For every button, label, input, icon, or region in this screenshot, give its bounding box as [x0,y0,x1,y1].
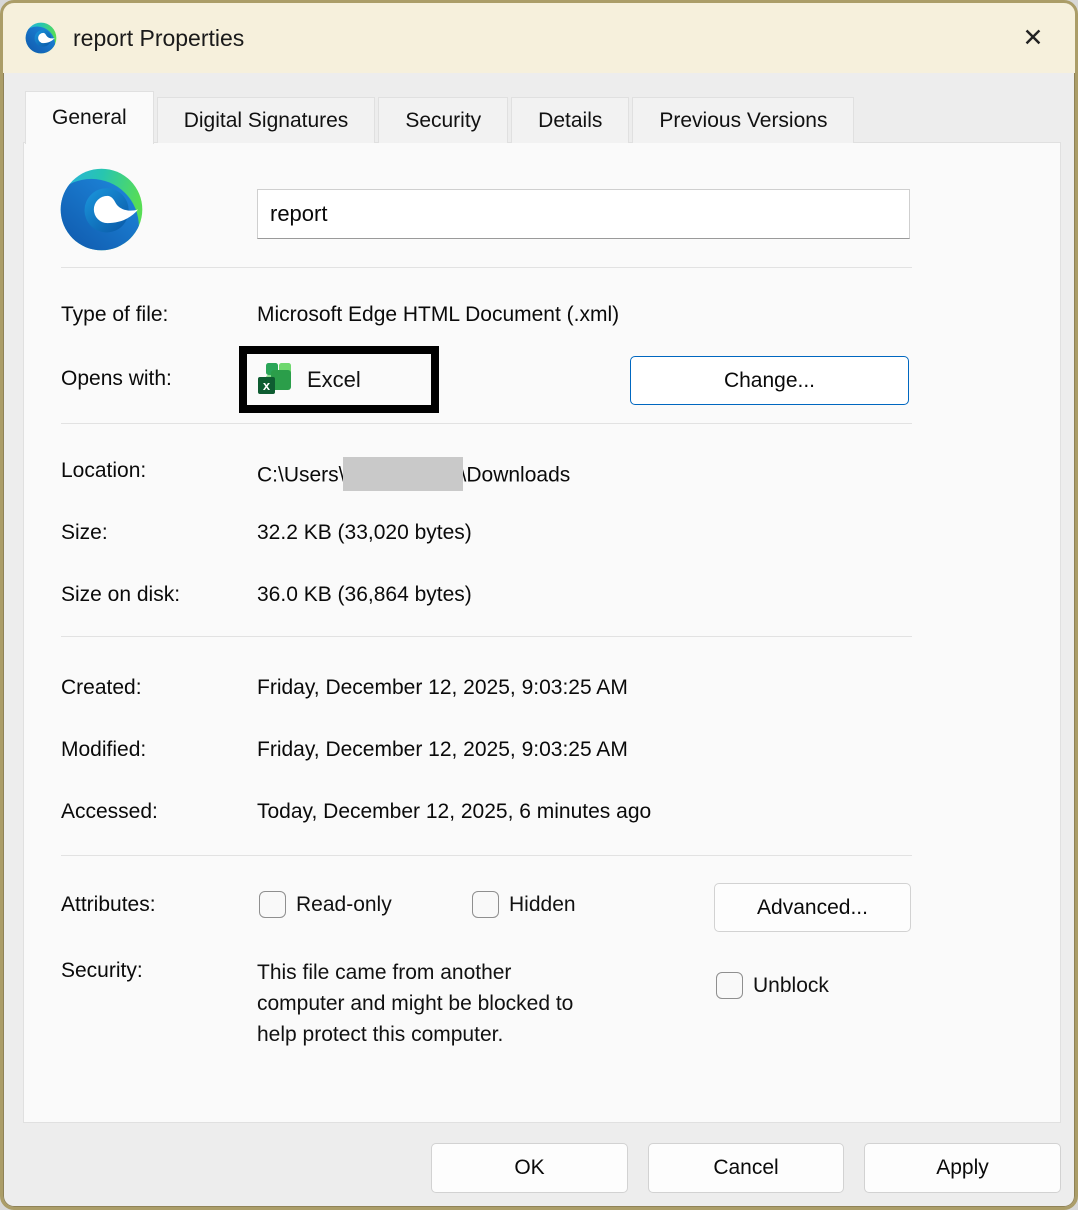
filename-input[interactable] [257,189,910,239]
readonly-checkbox[interactable] [259,891,286,918]
size-value: 32.2 KB (33,020 bytes) [257,521,472,545]
hidden-checkbox[interactable] [472,891,499,918]
opens-with-highlight-box [239,346,439,413]
accessed-label: Accessed: [61,800,158,824]
separator [61,423,912,424]
close-icon: ✕ [1023,23,1044,53]
security-description-line: help protect this computer. [257,1019,573,1050]
modified-label: Modified: [61,738,146,762]
tab-security[interactable]: Security [378,97,508,143]
cancel-button[interactable]: Cancel [648,1143,844,1193]
security-description: This file came from another computer and… [257,957,573,1050]
separator [61,267,912,268]
created-label: Created: [61,676,142,700]
general-tab-panel: Type of file: Microsoft Edge HTML Docume… [23,142,1061,1123]
properties-dialog: report Properties ✕ General Digital Sign… [0,0,1078,1210]
advanced-button[interactable]: Advanced... [714,883,911,932]
size-on-disk-label: Size on disk: [61,583,180,607]
type-of-file-value: Microsoft Edge HTML Document (.xml) [257,303,619,327]
location-suffix: \Downloads [461,464,571,487]
tab-previous-versions[interactable]: Previous Versions [632,97,854,143]
file-edge-icon [59,167,144,252]
unblock-checkbox[interactable] [716,972,743,999]
tab-general[interactable]: General [25,91,154,144]
size-label: Size: [61,521,108,545]
type-of-file-label: Type of file: [61,303,168,327]
security-description-line: computer and might be blocked to [257,988,573,1019]
opens-with-label: Opens with: [61,367,172,391]
modified-value: Friday, December 12, 2025, 9:03:25 AM [257,738,628,762]
tab-details[interactable]: Details [511,97,629,143]
close-button[interactable]: ✕ [1011,17,1055,59]
security-label: Security: [61,959,143,983]
hidden-label: Hidden [509,893,576,917]
ok-button[interactable]: OK [431,1143,628,1193]
accessed-value: Today, December 12, 2025, 6 minutes ago [257,800,651,824]
tab-digital-signatures[interactable]: Digital Signatures [157,97,376,143]
location-value: C:\Users\ \Downloads [257,459,570,493]
unblock-label: Unblock [753,974,829,998]
change-button[interactable]: Change... [630,356,909,405]
security-description-line: This file came from another [257,957,573,988]
window-title: report Properties [73,25,244,52]
separator [61,855,912,856]
edge-logo-icon [25,22,57,54]
readonly-label: Read-only [296,893,392,917]
created-value: Friday, December 12, 2025, 9:03:25 AM [257,676,628,700]
tab-bar: General Digital Signatures Security Deta… [25,91,854,143]
size-on-disk-value: 36.0 KB (36,864 bytes) [257,583,472,607]
apply-button[interactable]: Apply [864,1143,1061,1193]
location-label: Location: [61,459,146,483]
attributes-label: Attributes: [61,893,156,917]
separator [61,636,912,637]
window-titlebar: report Properties ✕ [3,3,1075,73]
redacted-username [343,457,463,491]
location-prefix: C:\Users\ [257,464,345,487]
